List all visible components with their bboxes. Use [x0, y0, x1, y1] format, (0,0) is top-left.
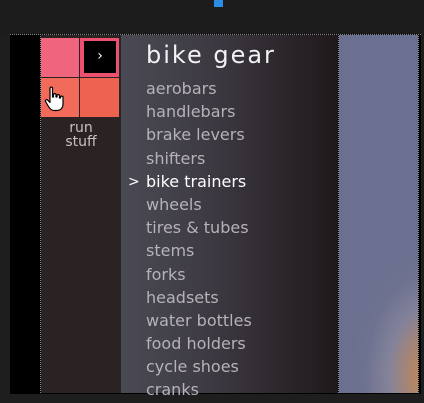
category-tile-orange[interactable] — [80, 78, 119, 117]
top-bar — [0, 0, 424, 34]
next-button[interactable]: › — [84, 41, 116, 73]
scroll-indicator — [214, 0, 223, 7]
menu-item-food-holders[interactable]: food holders — [146, 333, 252, 356]
bike-gear-list: aerobars handlebars brake levers shifter… — [146, 78, 252, 403]
menu-item-headsets[interactable]: headsets — [146, 287, 252, 310]
menu-item-handlebars[interactable]: handlebars — [146, 101, 252, 124]
divider-left — [40, 34, 41, 393]
menu-item-aerobars[interactable]: aerobars — [146, 78, 252, 101]
menu-item-water-bottles[interactable]: water bottles — [146, 310, 252, 333]
run-stuff-label-line2: stuff — [65, 134, 97, 150]
run-stuff-label[interactable]: run stuff — [41, 121, 121, 149]
chevron-right-icon: › — [97, 48, 103, 64]
menu-item-shifters[interactable]: shifters — [146, 148, 252, 171]
run-stuff-label-line1: run — [69, 120, 93, 136]
menu-item-brake-levers[interactable]: brake levers — [146, 124, 252, 147]
active-item-marker: > — [128, 174, 140, 190]
menu-item-forks[interactable]: forks — [146, 264, 252, 287]
divider-middle — [338, 34, 339, 393]
menu-item-stems[interactable]: stems — [146, 240, 252, 263]
hand-pointer-icon — [44, 86, 64, 112]
category-tile-pink[interactable] — [41, 38, 79, 77]
menu-title: bike gear — [146, 41, 276, 69]
divider-right — [418, 34, 419, 393]
menu-item-wheels[interactable]: wheels — [146, 194, 252, 217]
menu-item-cycle-shoes[interactable]: cycle shoes — [146, 356, 252, 379]
menu-item-cranks[interactable]: cranks — [146, 379, 252, 402]
product-image-panel — [339, 35, 418, 393]
menu-item-bike-trainers[interactable]: bike trainers — [146, 171, 252, 194]
menu-item-tires-tubes[interactable]: tires & tubes — [146, 217, 252, 240]
